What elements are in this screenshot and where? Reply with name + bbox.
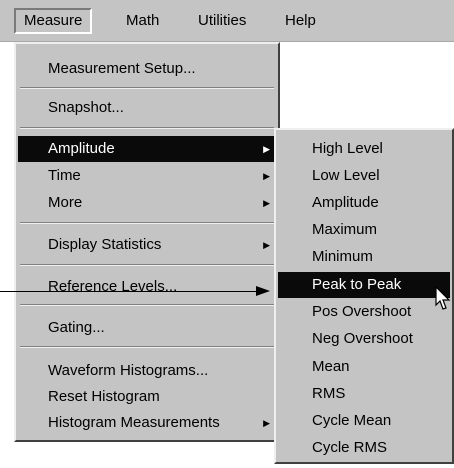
submenu-item-label: Low Level xyxy=(312,167,380,184)
submenu-item-neg-overshoot[interactable]: Neg Overshoot xyxy=(278,326,450,352)
submenu-arrow-icon: ▶ xyxy=(263,144,270,154)
menu-item-gating[interactable]: Gating... xyxy=(18,315,276,341)
menu-item-reset-histogram[interactable]: Reset Histogram xyxy=(18,384,276,410)
submenu-arrow-icon: ▶ xyxy=(263,198,270,208)
menu-separator xyxy=(20,222,274,224)
menu-utilities[interactable]: Utilities xyxy=(190,8,254,34)
menu-item-snapshot[interactable]: Snapshot... xyxy=(18,95,276,121)
submenu-item-maximum[interactable]: Maximum xyxy=(278,217,450,243)
submenu-item-label: Cycle Mean xyxy=(312,412,392,429)
menu-item-waveform-histograms[interactable]: Waveform Histograms... xyxy=(18,358,276,384)
submenu-item-label: RMS xyxy=(312,385,346,402)
submenu-item-label: Peak to Peak xyxy=(312,276,402,293)
menu-bar: Measure Math Utilities Help xyxy=(0,0,454,42)
submenu-item-label: Mean xyxy=(312,358,350,375)
menu-math[interactable]: Math xyxy=(118,8,167,34)
submenu-item-peak-to-peak[interactable]: Peak to Peak xyxy=(278,272,450,298)
submenu-item-mean[interactable]: Mean xyxy=(278,354,450,380)
menu-separator xyxy=(20,127,274,129)
submenu-arrow-icon: ▶ xyxy=(263,418,270,428)
menu-separator xyxy=(20,87,274,89)
menu-item-label: Amplitude xyxy=(48,140,115,157)
submenu-item-amplitude[interactable]: Amplitude xyxy=(278,190,450,216)
menu-separator xyxy=(20,264,274,266)
submenu-item-minimum[interactable]: Minimum xyxy=(278,244,450,270)
submenu-item-label: Amplitude xyxy=(312,194,379,211)
submenu-item-label: Minimum xyxy=(312,248,373,265)
menu-item-label: Histogram Measurements xyxy=(48,414,220,431)
submenu-item-cycle-rms[interactable]: Cycle RMS xyxy=(278,435,450,461)
submenu-item-rms[interactable]: RMS xyxy=(278,381,450,407)
submenu-item-low-level[interactable]: Low Level xyxy=(278,163,450,189)
menu-item-label: Display Statistics xyxy=(48,236,162,253)
menu-item-label: Snapshot... xyxy=(48,99,124,116)
menu-item-amplitude[interactable]: Amplitude ▶ xyxy=(18,136,276,162)
submenu-item-pos-overshoot[interactable]: Pos Overshoot xyxy=(278,299,450,325)
amplitude-submenu: High Level Low Level Amplitude Maximum M… xyxy=(274,128,454,464)
menu-item-label: Measurement Setup... xyxy=(48,60,196,77)
mouse-pointer-icon xyxy=(435,286,451,310)
menu-item-histogram-measurements[interactable]: Histogram Measurements ▶ xyxy=(18,410,276,436)
menu-item-more[interactable]: More ▶ xyxy=(18,190,276,216)
callout-arrowhead-icon xyxy=(256,286,270,296)
submenu-arrow-icon: ▶ xyxy=(263,240,270,250)
menu-item-reference-levels[interactable]: Reference Levels... xyxy=(18,274,276,300)
submenu-item-label: Neg Overshoot xyxy=(312,330,413,347)
menu-item-label: Gating... xyxy=(48,319,105,336)
menu-item-time[interactable]: Time ▶ xyxy=(18,163,276,189)
menu-measure[interactable]: Measure xyxy=(14,8,93,34)
submenu-item-label: Maximum xyxy=(312,221,378,238)
submenu-item-label: Pos Overshoot xyxy=(312,303,412,320)
menu-help[interactable]: Help xyxy=(277,8,324,34)
menu-separator xyxy=(20,304,274,306)
menu-item-label: Time xyxy=(48,167,81,184)
menu-item-label: More xyxy=(48,194,83,211)
submenu-item-label: High Level xyxy=(312,140,383,157)
submenu-item-high-level[interactable]: High Level xyxy=(278,136,450,162)
menu-item-measurement-setup[interactable]: Measurement Setup... xyxy=(18,56,276,82)
menu-item-label: Waveform Histograms... xyxy=(48,362,209,379)
menu-item-label: Reference Levels... xyxy=(48,278,178,295)
submenu-item-cycle-mean[interactable]: Cycle Mean xyxy=(278,408,450,434)
menu-separator xyxy=(20,346,274,348)
submenu-arrow-icon: ▶ xyxy=(263,171,270,181)
submenu-item-label: Cycle RMS xyxy=(312,439,388,456)
measure-dropdown-menu: Measurement Setup... Snapshot... Amplitu… xyxy=(14,42,280,442)
menu-item-label: Reset Histogram xyxy=(48,388,160,405)
menu-item-display-statistics[interactable]: Display Statistics ▶ xyxy=(18,232,276,258)
callout-arrow-line xyxy=(0,291,258,292)
